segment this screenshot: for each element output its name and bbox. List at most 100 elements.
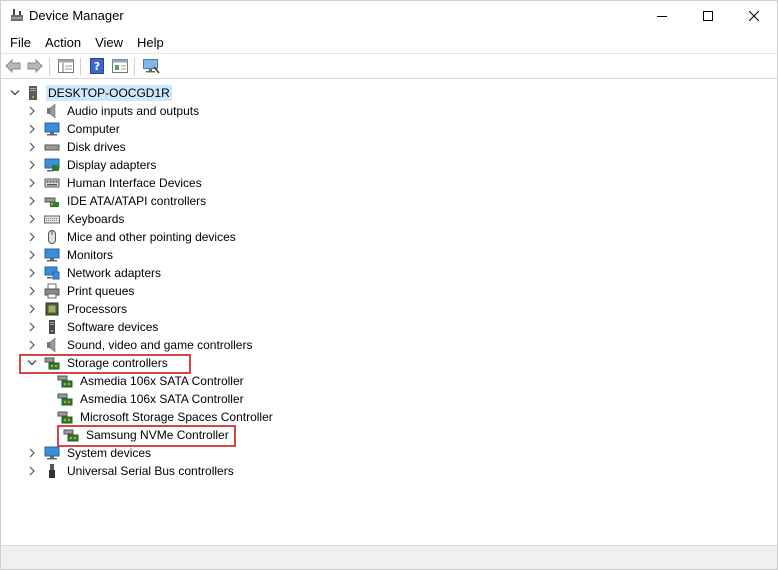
tree-category-audio[interactable]: Audio inputs and outputs bbox=[26, 102, 201, 120]
menu-file[interactable]: File bbox=[1, 32, 38, 52]
printer-icon bbox=[44, 283, 60, 299]
monitor-scan-icon bbox=[142, 58, 160, 77]
expand-chevron-icon[interactable] bbox=[26, 177, 38, 189]
monitor-icon bbox=[44, 247, 60, 263]
tree-category-label: Mice and other pointing devices bbox=[67, 230, 236, 244]
toolbar-separator bbox=[134, 58, 135, 76]
device-tree: DESKTOP-OOCGD1R Audio inputs and outputs… bbox=[1, 80, 777, 546]
tree-category-label: Human Interface Devices bbox=[67, 176, 202, 190]
expand-chevron-icon[interactable] bbox=[26, 213, 38, 225]
speaker-icon bbox=[44, 103, 60, 119]
keyboard-icon bbox=[44, 211, 60, 227]
close-button[interactable] bbox=[731, 1, 777, 31]
tree-root-item[interactable]: DESKTOP-OOCGD1R bbox=[9, 84, 172, 102]
tree-device-label: Asmedia 106x SATA Controller bbox=[80, 374, 244, 388]
help-button[interactable]: ? bbox=[87, 57, 107, 77]
expand-chevron-icon[interactable] bbox=[26, 123, 38, 135]
toolbar-separator bbox=[49, 58, 50, 76]
expand-chevron-icon[interactable] bbox=[26, 231, 38, 243]
tree-category-sound-video[interactable]: Sound, video and game controllers bbox=[26, 336, 254, 354]
tree-category-mice[interactable]: Mice and other pointing devices bbox=[26, 228, 238, 246]
expand-chevron-icon[interactable] bbox=[26, 195, 38, 207]
properties-button[interactable] bbox=[110, 57, 130, 77]
menu-view[interactable]: View bbox=[88, 32, 130, 52]
expand-chevron-icon[interactable] bbox=[26, 465, 38, 477]
help-icon: ? bbox=[90, 57, 104, 77]
computer-tower-icon bbox=[25, 85, 41, 101]
software-device-icon bbox=[44, 319, 60, 335]
title-bar[interactable]: Device Manager bbox=[1, 1, 777, 31]
expand-chevron-icon[interactable] bbox=[26, 447, 38, 459]
speaker-icon bbox=[44, 337, 60, 353]
expand-chevron-icon[interactable] bbox=[26, 285, 38, 297]
tree-category-monitors[interactable]: Monitors bbox=[26, 246, 115, 264]
ide-controller-icon bbox=[44, 193, 60, 209]
expand-chevron-icon[interactable] bbox=[26, 105, 38, 117]
device-manager-icon bbox=[10, 8, 24, 22]
system-device-icon bbox=[44, 445, 60, 461]
storage-controller-icon bbox=[57, 391, 73, 407]
show-hide-console-tree-button[interactable] bbox=[56, 57, 76, 77]
processor-chip-icon bbox=[44, 301, 60, 317]
disk-drive-icon bbox=[44, 139, 60, 155]
storage-controller-icon bbox=[57, 373, 73, 389]
tree-category-print-queues[interactable]: Print queues bbox=[26, 282, 136, 300]
tree-device-label: Asmedia 106x SATA Controller bbox=[80, 392, 244, 406]
tree-category-usb-controllers[interactable]: Universal Serial Bus controllers bbox=[26, 462, 236, 480]
tree-device-item[interactable]: Asmedia 106x SATA Controller bbox=[57, 372, 246, 390]
scan-hardware-button[interactable] bbox=[141, 57, 161, 77]
tree-category-keyboards[interactable]: Keyboards bbox=[26, 210, 126, 228]
forward-button[interactable] bbox=[25, 57, 45, 77]
tree-device-item[interactable]: Asmedia 106x SATA Controller bbox=[57, 390, 246, 408]
tree-category-system-devices[interactable]: System devices bbox=[26, 444, 153, 462]
display-adapter-icon bbox=[44, 157, 60, 173]
tree-category-display-adapters[interactable]: Display adapters bbox=[26, 156, 158, 174]
maximize-button[interactable] bbox=[685, 1, 731, 31]
minimize-button[interactable] bbox=[639, 1, 685, 31]
tree-category-label: Monitors bbox=[67, 248, 114, 262]
expand-chevron-icon[interactable] bbox=[26, 339, 38, 351]
tree-device-label: Microsoft Storage Spaces Controller bbox=[80, 410, 273, 424]
tree-category-label: Network adapters bbox=[67, 266, 162, 280]
tree-category-hid[interactable]: Human Interface Devices bbox=[26, 174, 204, 192]
toolbar-separator bbox=[80, 58, 81, 76]
expand-chevron-icon[interactable] bbox=[26, 141, 38, 153]
collapse-chevron-icon[interactable] bbox=[9, 87, 21, 99]
monitor-icon bbox=[44, 121, 60, 137]
properties-icon bbox=[112, 58, 128, 76]
close-icon bbox=[749, 11, 759, 21]
forward-arrow-icon bbox=[27, 58, 43, 76]
back-button[interactable] bbox=[3, 57, 23, 77]
tree-device-item[interactable]: Microsoft Storage Spaces Controller bbox=[57, 408, 275, 426]
expand-chevron-icon[interactable] bbox=[26, 159, 38, 171]
expand-chevron-icon[interactable] bbox=[26, 321, 38, 333]
usb-icon bbox=[44, 463, 60, 479]
tree-category-software-devices[interactable]: Software devices bbox=[26, 318, 160, 336]
tree-category-processors[interactable]: Processors bbox=[26, 300, 129, 318]
tree-category-computer[interactable]: Computer bbox=[26, 120, 122, 138]
expand-chevron-icon[interactable] bbox=[26, 249, 38, 261]
storage-controller-icon bbox=[57, 409, 73, 425]
device-manager-window: Device Manager File Action View Help ? D… bbox=[0, 0, 778, 570]
toolbar: ? bbox=[1, 53, 777, 79]
tree-category-disk-drives[interactable]: Disk drives bbox=[26, 138, 128, 156]
tree-category-ide-ata[interactable]: IDE ATA/ATAPI controllers bbox=[26, 192, 208, 210]
tree-category-label: Disk drives bbox=[67, 140, 126, 154]
keyboard-hid-icon bbox=[44, 175, 60, 191]
tree-root-label: DESKTOP-OOCGD1R bbox=[46, 85, 172, 101]
window-title: Device Manager bbox=[29, 8, 124, 23]
menu-action[interactable]: Action bbox=[38, 32, 88, 52]
tree-category-network-adapters[interactable]: Network adapters bbox=[26, 264, 163, 282]
back-arrow-icon bbox=[5, 58, 21, 76]
menu-help[interactable]: Help bbox=[130, 32, 171, 52]
menu-bar: File Action View Help bbox=[1, 32, 777, 52]
expand-chevron-icon[interactable] bbox=[26, 267, 38, 279]
tree-category-label: Computer bbox=[67, 122, 120, 136]
expand-chevron-icon[interactable] bbox=[26, 303, 38, 315]
tree-category-label: Software devices bbox=[67, 320, 159, 334]
tree-category-label: Universal Serial Bus controllers bbox=[67, 464, 234, 478]
tree-category-label: Print queues bbox=[67, 284, 135, 298]
tree-category-label: Processors bbox=[67, 302, 128, 316]
svg-text:?: ? bbox=[94, 60, 100, 73]
mouse-icon bbox=[44, 229, 60, 245]
